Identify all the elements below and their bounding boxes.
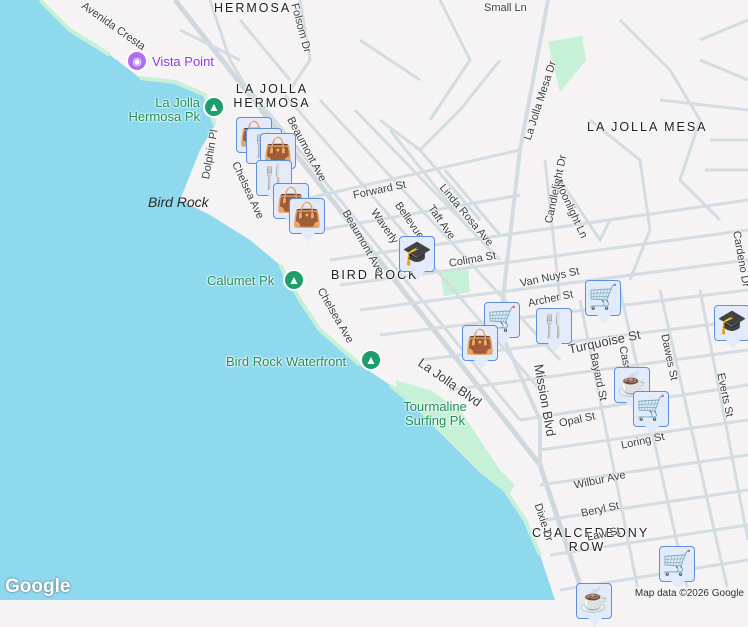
restaurant-icon[interactable]: 🍴	[536, 308, 572, 352]
google-logo: Google	[5, 576, 71, 597]
coffee-cup-icon[interactable]: ☕	[576, 583, 612, 627]
grocery-cart-icon[interactable]: 🛒	[633, 391, 669, 435]
neighborhood-hermosa: HERMOSA	[214, 1, 292, 15]
shopping-bag-icon[interactable]: 👜	[462, 325, 498, 369]
tree-icon[interactable]: ▲	[203, 96, 225, 118]
neighborhood-la-jolla-mesa: LA JOLLA MESA	[587, 120, 708, 134]
map-canvas[interactable]	[0, 0, 748, 600]
tree-icon[interactable]: ▲	[283, 269, 305, 291]
street-small-ln: Small Ln	[484, 2, 527, 14]
shopping-bag-icon[interactable]: 👜	[289, 198, 325, 242]
school-icon[interactable]: 🎓	[714, 305, 748, 349]
poi-vista-point[interactable]: Vista Point	[152, 54, 214, 69]
park-la-jolla-hermosa[interactable]: La Jolla Hermosa Pk	[120, 96, 200, 124]
tree-icon[interactable]: ▲	[360, 349, 382, 371]
park-calumet[interactable]: Calumet Pk	[207, 274, 274, 288]
water-label-bird-rock: Bird Rock	[148, 194, 209, 210]
grocery-cart-icon[interactable]: 🛒	[659, 546, 695, 590]
park-tourmaline-surfing[interactable]: Tourmaline Surfing Pk	[395, 400, 475, 428]
school-icon[interactable]: 🎓	[399, 236, 435, 280]
park-bird-rock-waterfront[interactable]: Bird Rock Waterfront	[226, 355, 346, 369]
grocery-cart-icon[interactable]: 🛒	[585, 280, 621, 324]
map-attribution[interactable]: Map data ©2026 Google	[630, 587, 748, 600]
camera-icon[interactable]: ◉	[126, 50, 148, 72]
neighborhood-la-jolla-hermosa: LA JOLLA HERMOSA	[233, 82, 311, 110]
